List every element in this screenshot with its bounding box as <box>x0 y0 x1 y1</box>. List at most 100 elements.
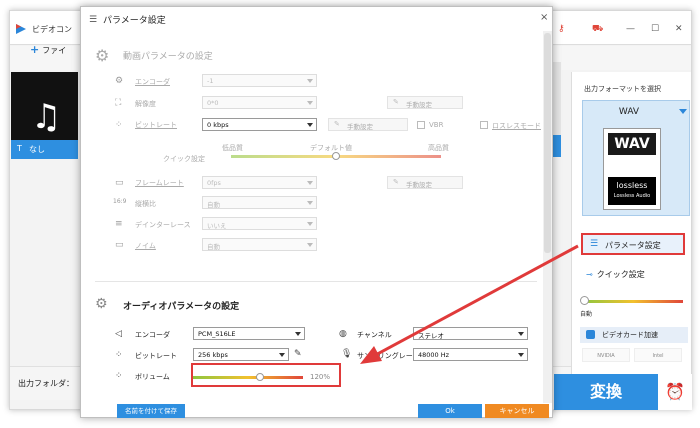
framerate-manual-button[interactable]: ✎ 手動設定 <box>387 176 463 189</box>
audio-bitrate-label: ビットレート <box>135 352 177 360</box>
plus-icon: + <box>30 43 40 56</box>
bitrate-icon: ⁘ <box>115 120 123 130</box>
bitrate-manual-button[interactable]: ✎ 手動設定 <box>328 118 408 131</box>
format-select-label: 出力フォーマットを選択 <box>584 85 661 93</box>
framerate-select[interactable]: 0fps <box>202 176 317 189</box>
pencil-icon: ✎ <box>393 178 399 186</box>
cart-icon[interactable]: ⛟ <box>592 24 603 35</box>
format-selector[interactable]: WAV WAV lossless Lossless Audio <box>582 100 690 216</box>
dialog-scrollbar-thumb[interactable] <box>544 33 551 253</box>
video-encoder-select[interactable]: -1 <box>202 74 317 87</box>
format-icon-top: WAV <box>608 133 656 155</box>
deinterlace-icon: ≡ <box>115 219 123 229</box>
audio-section-title: オーディオパラメータの設定 <box>123 302 240 312</box>
lossless-mode-label: ロスレスモード <box>492 122 541 130</box>
encoder-icon: ⚙ <box>115 76 124 86</box>
video-quality-knob[interactable] <box>332 152 340 160</box>
intel-logo: Intel <box>634 348 682 362</box>
parameter-settings-button[interactable]: ☰ パラメータ設定 <box>581 233 685 255</box>
maximize-button[interactable]: ☐ <box>651 24 659 34</box>
audio-encoder-value: PCM_S16LE <box>198 330 236 338</box>
quick-settings-button[interactable]: ⊸ クイック設定 <box>586 269 645 280</box>
quality-slider-track[interactable] <box>583 300 683 303</box>
video-encoder-value: -1 <box>207 77 214 85</box>
quality-high-label: 高品質 <box>428 144 449 152</box>
minimize-button[interactable]: — <box>626 24 635 34</box>
chevron-down-icon[interactable] <box>679 109 687 114</box>
aspect-ratio-select[interactable]: 自動 <box>202 196 317 209</box>
resolution-label: 解像度 <box>135 100 156 108</box>
quality-default-label: デフォルト値 <box>310 144 352 152</box>
convert-button[interactable]: 変換 <box>554 374 658 410</box>
save-as-button[interactable]: 名前を付けて保存 <box>117 404 185 418</box>
zoom-icon: ▭ <box>115 240 124 250</box>
sliders-icon: ☰ <box>590 239 599 249</box>
video-bitrate-select[interactable]: 0 kbps <box>202 118 317 131</box>
audio-encoder-label: エンコーダ <box>135 331 170 339</box>
audio-bitrate-value: 256 kbps <box>198 351 228 359</box>
resolution-select[interactable]: 0*0 <box>202 96 317 109</box>
gpu-acceleration-toggle[interactable]: ビデオカード加速 <box>580 327 688 343</box>
pencil-icon: ✎ <box>393 98 399 106</box>
quality-low-label: 低品質 <box>222 144 243 152</box>
video-bitrate-value: 0 kbps <box>207 121 229 129</box>
video-thumbnail[interactable]: ♫ <box>11 72 78 148</box>
lossless-logo: lossless Lossless Audio <box>608 177 656 205</box>
subtitle-selector[interactable]: T なし <box>11 140 78 159</box>
sliders-icon: ☰ <box>89 15 98 25</box>
framerate-value: 0fps <box>207 179 221 187</box>
vbr-label: VBR <box>429 121 444 129</box>
video-bitrate-label: ビットレート <box>135 121 177 129</box>
alarm-clock-icon[interactable]: ⏰ <box>658 374 692 410</box>
format-name: WAV <box>618 107 640 117</box>
framerate-label: フレームレート <box>135 179 184 187</box>
resolution-manual-label: 手動設定 <box>406 101 432 109</box>
key-icon[interactable]: ⚷ <box>558 24 565 34</box>
volume-label: ボリューム <box>135 373 170 381</box>
close-button[interactable]: ✕ <box>675 24 683 34</box>
resolution-manual-button[interactable]: ✎ 手動設定 <box>387 96 463 109</box>
audio-bitrate-icon: ⁘ <box>115 350 123 360</box>
framerate-icon: ▭ <box>115 178 124 188</box>
video-settings-icon: ⚙ <box>95 46 110 65</box>
pencil-icon: ✎ <box>334 120 340 128</box>
lossless-checkbox[interactable] <box>480 121 488 129</box>
video-section-title: 動画パラメータの設定 <box>123 52 213 62</box>
dialog-title: パラメータ設定 <box>103 16 166 26</box>
framerate-manual-label: 手動設定 <box>406 181 432 189</box>
speaker-icon: ◁ <box>115 329 122 339</box>
audio-encoder-select[interactable]: PCM_S16LE <box>193 327 305 340</box>
zoom-label: ノイム <box>135 242 156 250</box>
aspect-ratio-icon: 16:9 <box>113 198 127 205</box>
aspect-ratio-label: 縦横比 <box>135 200 156 208</box>
zoom-value: 自動 <box>207 243 220 251</box>
video-encoder-label: エンコーダ <box>135 78 170 86</box>
wav-format-icon: WAV lossless Lossless Audio <box>603 128 661 210</box>
resolution-icon: ⛶ <box>115 98 122 108</box>
quick-settings-label: クイック設定 <box>163 155 205 163</box>
text-icon: T <box>17 144 22 153</box>
quick-settings-label: クイック設定 <box>596 270 645 279</box>
audio-bitrate-select[interactable]: 256 kbps <box>193 348 289 361</box>
lossless-text: lossless <box>616 181 648 190</box>
vbr-checkbox[interactable] <box>417 121 425 129</box>
resolution-value: 0*0 <box>207 99 219 107</box>
deinterlace-value: いいえ <box>207 222 227 230</box>
music-note-icon: ♫ <box>31 97 62 137</box>
app-title: ビデオコン <box>32 25 72 34</box>
volume-icon: ⁘ <box>115 371 123 381</box>
deinterlace-select[interactable]: いいえ <box>202 217 317 230</box>
app-logo-icon <box>16 24 26 34</box>
pencil-icon[interactable]: ✎ <box>294 349 302 359</box>
parameter-settings-label: パラメータ設定 <box>605 241 661 250</box>
ok-button[interactable]: Ok <box>418 404 482 418</box>
audio-settings-icon: ⚙ <box>95 296 108 312</box>
zoom-select[interactable]: 自動 <box>202 238 317 251</box>
add-file-button[interactable]: + ファイ <box>30 43 66 56</box>
cancel-button[interactable]: キャンセル <box>485 404 549 418</box>
gpu-acceleration-label: ビデオカード加速 <box>602 331 658 339</box>
subtitle-value: なし <box>29 145 45 154</box>
dialog-close-button[interactable]: × <box>540 12 548 23</box>
lossless-sub: Lossless Audio <box>613 193 651 199</box>
output-folder-label: 出力フォルダ： <box>18 379 74 388</box>
